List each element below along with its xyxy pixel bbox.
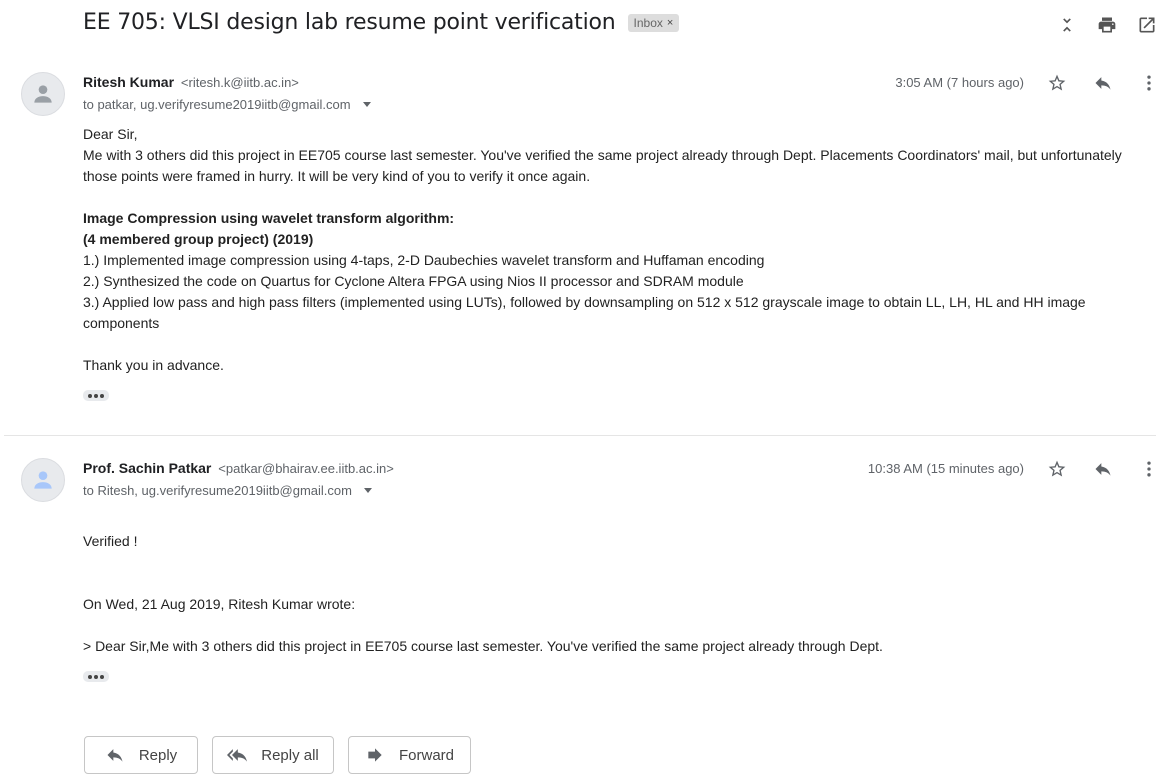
message-body: Dear Sir, Me with 3 others did this proj… <box>83 124 1153 376</box>
sender-email: <patkar@bhairav.ee.iitb.ac.in> <box>218 461 394 476</box>
message-actions <box>1046 72 1160 94</box>
sender-avatar <box>21 458 65 502</box>
reply-button[interactable] <box>1092 72 1114 94</box>
star-icon <box>1048 74 1066 91</box>
thread-actions <box>1056 14 1158 36</box>
more-options-button[interactable] <box>1138 72 1160 94</box>
more-vert-icon <box>1147 461 1151 477</box>
print-all-button[interactable] <box>1096 14 1118 36</box>
open-new-window-button[interactable] <box>1136 14 1158 36</box>
body-line: 1.) Implemented image compression using … <box>83 252 765 268</box>
sender-name: Ritesh Kumar <box>83 74 175 90</box>
body-line: Verified ! <box>83 533 138 549</box>
reply-all-icon <box>227 749 248 762</box>
sender-email: <ritesh.k@iitb.ac.in> <box>180 75 299 90</box>
open-in-new-icon <box>1139 17 1155 33</box>
forward-action-button[interactable]: Forward <box>348 736 471 774</box>
recipients-text: to patkar, ug.verifyresume2019iitb@gmail… <box>83 97 351 112</box>
quoted-text: > Dear Sir,Me with 3 others did this pro… <box>83 638 883 654</box>
inbox-label[interactable]: Inbox × <box>627 13 680 32</box>
recipients-line: to Ritesh, ug.verifyresume2019iitb@gmail… <box>83 483 372 498</box>
remove-label-icon[interactable]: × <box>667 17 673 29</box>
reply-all-label: Reply all <box>261 746 319 764</box>
show-trimmed-content-button[interactable] <box>83 390 109 401</box>
body-line: Thank you in advance. <box>83 357 224 373</box>
message-time: 10:38 AM (15 minutes ago) <box>867 461 1024 476</box>
show-details-icon[interactable] <box>363 488 372 493</box>
body-line: 2.) Synthesized the code on Quartus for … <box>83 273 744 289</box>
star-icon <box>1048 460 1066 477</box>
more-vert-icon <box>1147 75 1151 91</box>
collapse-icon <box>1063 18 1071 32</box>
sender-name: Prof. Sachin Patkar <box>83 460 212 476</box>
thread-header: EE 705: VLSI design lab resume point ver… <box>83 10 680 35</box>
body-line: Me with 3 others did this project in EE7… <box>83 147 1122 184</box>
person-icon <box>34 85 52 103</box>
message-body: Verified ! On Wed, 21 Aug 2019, Ritesh K… <box>83 531 1153 657</box>
reply-action-button[interactable]: Reply <box>84 736 198 774</box>
reply-actions: Reply Reply all Forward <box>84 736 471 774</box>
project-title: Image Compression using wavelet transfor… <box>83 210 455 226</box>
forward-icon <box>368 748 382 762</box>
message-divider <box>4 435 1156 436</box>
collapse-all-button[interactable] <box>1056 14 1078 36</box>
project-subtitle: (4 membered group project) (2019) <box>83 231 314 247</box>
show-trimmed-content-button[interactable] <box>83 671 109 682</box>
star-button[interactable] <box>1046 458 1068 480</box>
sender-info: Ritesh Kumar <ritesh.k@iitb.ac.in> <box>83 74 299 90</box>
message-actions <box>1046 458 1160 480</box>
print-icon <box>1098 17 1116 33</box>
reply-icon <box>107 749 123 762</box>
show-details-icon[interactable] <box>362 102 371 107</box>
star-button[interactable] <box>1046 72 1068 94</box>
message-time: 3:05 AM (7 hours ago) <box>895 75 1024 90</box>
reply-all-action-button[interactable]: Reply all <box>212 736 334 774</box>
more-options-button[interactable] <box>1138 458 1160 480</box>
recipients-line: to patkar, ug.verifyresume2019iitb@gmail… <box>83 97 371 112</box>
body-line: 3.) Applied low pass and high pass filte… <box>83 294 1086 331</box>
recipients-text: to Ritesh, ug.verifyresume2019iitb@gmail… <box>83 483 352 498</box>
reply-label: Reply <box>138 746 178 764</box>
thread-subject: EE 705: VLSI design lab resume point ver… <box>83 10 616 35</box>
sender-avatar <box>21 72 65 116</box>
body-line: Dear Sir, <box>83 126 138 142</box>
forward-label: Forward <box>398 746 454 764</box>
reply-button[interactable] <box>1092 458 1114 480</box>
reply-icon <box>1095 463 1111 476</box>
sender-info: Prof. Sachin Patkar <patkar@bhairav.ee.i… <box>83 460 394 476</box>
inbox-label-text: Inbox <box>633 15 663 30</box>
reply-icon <box>1095 77 1111 90</box>
person-icon <box>34 471 52 489</box>
quote-header: On Wed, 21 Aug 2019, Ritesh Kumar wrote: <box>83 596 356 612</box>
